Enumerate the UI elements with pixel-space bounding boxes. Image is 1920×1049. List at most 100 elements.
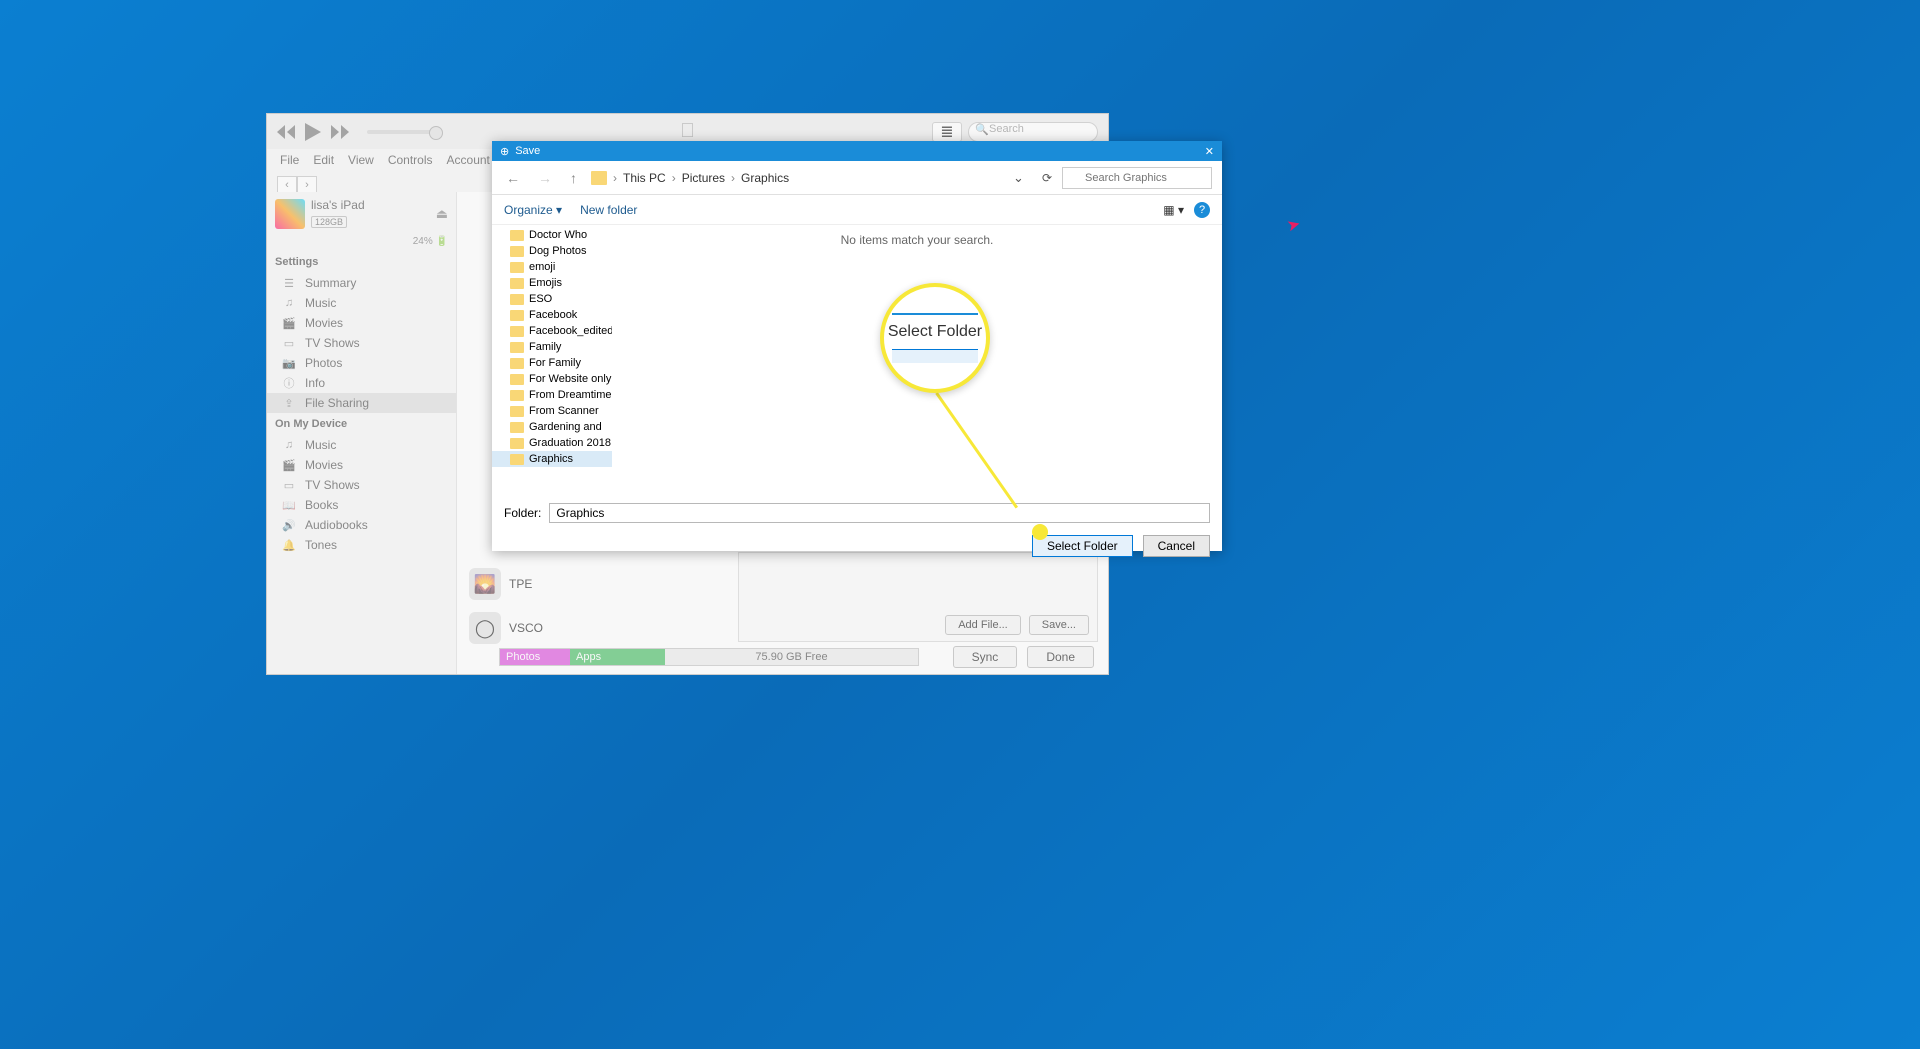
- tree-folder-item[interactable]: Facebook_edited: [492, 323, 612, 339]
- play-icon[interactable]: [305, 123, 321, 141]
- tree-folder-item[interactable]: Dog Photos: [492, 243, 612, 259]
- folder-label: ESO: [529, 293, 552, 305]
- menu-account[interactable]: Account: [440, 151, 497, 169]
- save-file-button[interactable]: Save...: [1029, 615, 1089, 635]
- sidebar-item-od-movies[interactable]: 🎬Movies: [267, 455, 456, 475]
- sync-button[interactable]: Sync: [953, 646, 1018, 668]
- tree-folder-item[interactable]: Gardening and: [492, 419, 612, 435]
- music-icon: ♫: [281, 296, 297, 310]
- dialog-body: Doctor WhoDog PhotosemojiEmojis ESO Facebo…: [492, 225, 1222, 497]
- sidebar-item-od-audiobooks[interactable]: 🔊Audiobooks: [267, 515, 456, 535]
- tree-folder-item[interactable]: From Scanner: [492, 403, 612, 419]
- dialog-toolbar: Organize ▾ New folder ▦ ▾ ?: [492, 195, 1222, 225]
- tree-folder-item[interactable]: From Dreamtime: [492, 387, 612, 403]
- menu-file[interactable]: File: [273, 151, 306, 169]
- dialog-title: Save: [515, 145, 540, 157]
- storage-bar: Photos Apps 75.90 GB Free: [499, 648, 919, 666]
- folder-icon: [510, 406, 524, 417]
- tv-icon: ▭: [281, 478, 297, 492]
- tree-folder-item[interactable]: Emojis: [492, 275, 612, 291]
- crumb-graphics[interactable]: Graphics: [741, 171, 789, 185]
- callout-magnifier: Select Folder: [880, 283, 990, 393]
- sidebar-item-od-music[interactable]: ♫Music: [267, 435, 456, 455]
- done-button[interactable]: Done: [1027, 646, 1094, 668]
- sidebar-item-od-tvshows[interactable]: ▭TV Shows: [267, 475, 456, 495]
- app-row-tpe[interactable]: 🌄TPE: [457, 562, 555, 606]
- cancel-button[interactable]: Cancel: [1143, 535, 1210, 557]
- folder-label: Facebook_edited: [529, 325, 612, 337]
- menu-view[interactable]: View: [341, 151, 381, 169]
- new-folder-button[interactable]: New folder: [580, 203, 637, 217]
- folder-icon: [510, 246, 524, 257]
- add-file-button[interactable]: Add File...: [945, 615, 1021, 635]
- tree-folder-item[interactable]: Family: [492, 339, 612, 355]
- storage-apps: Apps: [570, 649, 665, 665]
- folder-label: Graphics: [529, 453, 573, 465]
- tones-icon: 🔔: [281, 538, 297, 552]
- folder-label: Facebook: [529, 309, 577, 321]
- organize-button[interactable]: Organize ▾: [504, 203, 562, 217]
- folder-icon: [510, 262, 524, 273]
- tree-folder-item[interactable]: Graphics: [492, 451, 612, 467]
- sidebar-item-movies[interactable]: 🎬Movies: [267, 313, 456, 333]
- folder-icon: [510, 422, 524, 433]
- tree-folder-item[interactable]: For Family: [492, 355, 612, 371]
- folder-icon: [510, 390, 524, 401]
- music-icon: ♫: [281, 438, 297, 452]
- summary-icon: ☰: [281, 276, 297, 290]
- tree-folder-item[interactable]: Doctor Who: [492, 227, 612, 243]
- sidebar-item-tvshows[interactable]: ▭TV Shows: [267, 333, 456, 353]
- sidebar-item-music[interactable]: ♫Music: [267, 293, 456, 313]
- nav-forward-button[interactable]: →: [534, 170, 556, 186]
- tree-folder-item[interactable]: Graduation 2018: [492, 435, 612, 451]
- tree-folder-item[interactable]: Facebook: [492, 307, 612, 323]
- help-icon[interactable]: ?: [1194, 202, 1210, 218]
- info-icon: ⓘ: [281, 376, 297, 390]
- view-options-button[interactable]: ▦ ▾: [1163, 203, 1184, 217]
- menu-controls[interactable]: Controls: [381, 151, 440, 169]
- device-storage: 128GB: [311, 216, 347, 228]
- menu-edit[interactable]: Edit: [306, 151, 341, 169]
- refresh-button[interactable]: ⟳: [1042, 171, 1052, 185]
- dialog-search-input[interactable]: [1062, 167, 1212, 189]
- sidebar-item-od-books[interactable]: 📖Books: [267, 495, 456, 515]
- device-row[interactable]: lisa's iPad 128GB ⏏: [267, 192, 456, 236]
- folder-tree[interactable]: Doctor WhoDog PhotosemojiEmojis ESO Facebo…: [492, 225, 612, 497]
- search-input[interactable]: 🔍Search: [968, 122, 1098, 142]
- breadcrumb[interactable]: › This PC › Pictures › Graphics: [591, 171, 789, 185]
- dialog-close-button[interactable]: ✕: [1205, 145, 1214, 158]
- sidebar-item-summary[interactable]: ☰Summary: [267, 273, 456, 293]
- nav-up-button[interactable]: ↑: [566, 170, 581, 186]
- folder-icon: [510, 230, 524, 241]
- eject-icon[interactable]: ⏏: [436, 206, 448, 222]
- tree-folder-item[interactable]: ESO: [492, 291, 612, 307]
- view-toggle-button[interactable]: ≣: [932, 122, 962, 142]
- folder-label: From Scanner: [529, 405, 599, 417]
- app-row-vsco[interactable]: ◯VSCO: [457, 606, 555, 650]
- folder-name-input[interactable]: [549, 503, 1210, 523]
- next-icon[interactable]: [331, 125, 349, 139]
- callout-text: Select Folder: [884, 323, 986, 341]
- crumb-pc[interactable]: This PC: [623, 171, 666, 185]
- sidebar-item-od-tones[interactable]: 🔔Tones: [267, 535, 456, 555]
- sidebar-item-info[interactable]: ⓘInfo: [267, 373, 456, 393]
- tree-folder-item[interactable]: For Website only: [492, 371, 612, 387]
- sidebar-item-filesharing[interactable]: ⇪File Sharing: [267, 393, 456, 413]
- folder-icon: [510, 342, 524, 353]
- folder-icon: [510, 294, 524, 305]
- crumb-pictures[interactable]: Pictures: [682, 171, 725, 185]
- folder-label: Graduation 2018: [529, 437, 611, 449]
- previous-icon[interactable]: [277, 125, 295, 139]
- apple-logo-icon: : [680, 120, 695, 143]
- movies-icon: 🎬: [281, 316, 297, 330]
- volume-slider[interactable]: [367, 130, 437, 134]
- folder-icon: [510, 438, 524, 449]
- tree-folder-item[interactable]: emoji: [492, 259, 612, 275]
- sidebar: lisa's iPad 128GB ⏏ 24% 🔋 Settings ☰Summ…: [267, 192, 457, 674]
- select-folder-button[interactable]: Select Folder: [1032, 535, 1133, 557]
- dropdown-icon[interactable]: ⌄: [1005, 170, 1032, 186]
- nav-back-button[interactable]: ←: [502, 170, 524, 186]
- sidebar-item-photos[interactable]: 📷Photos: [267, 353, 456, 373]
- playback-controls: [277, 123, 437, 141]
- folder-label: Gardening and: [529, 421, 602, 433]
